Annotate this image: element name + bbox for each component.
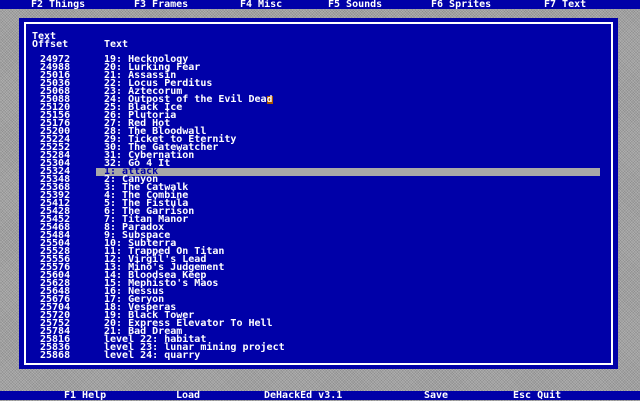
- menu-item-sprites[interactable]: F6 Sprites: [431, 0, 491, 10]
- menu-item-sounds[interactable]: F5 Sounds: [328, 0, 382, 10]
- app-title: DeHackEd v3.1: [264, 390, 343, 401]
- menu-item-frames[interactable]: F3 Frames: [134, 0, 188, 10]
- text-editor-panel: Text Offset Text 24972 19: Hecknology 2498…: [19, 18, 618, 369]
- text-list[interactable]: 24972 19: Hecknology 24988 20: Lurking Fear…: [19, 55, 618, 361]
- text-cursor: d: [266, 95, 273, 105]
- text-column-header: Text: [104, 39, 129, 50]
- load-button[interactable]: Load: [176, 391, 200, 401]
- menu-bar: F2 Things F3 Frames F4 Misc F5 Sounds F6…: [0, 0, 640, 10]
- menu-item-things[interactable]: F2 Things: [31, 0, 85, 10]
- selection-highlight: [96, 168, 600, 176]
- save-button[interactable]: Save: [424, 391, 448, 401]
- offset-cell: 25868: [40, 350, 71, 361]
- status-bar: F1 Help Load DeHackEd v3.1 Save Esc Quit: [0, 390, 640, 401]
- menu-item-text[interactable]: F7 Text: [544, 0, 586, 10]
- text-cell[interactable]: level 24: quarry: [104, 351, 200, 361]
- table-row[interactable]: 25868 level 24: quarry: [19, 350, 618, 361]
- offset-column-header-line2: Offset: [32, 39, 69, 50]
- menu-item-misc[interactable]: F4 Misc: [240, 0, 282, 10]
- help-button[interactable]: F1 Help: [64, 391, 106, 401]
- quit-button[interactable]: Esc Quit: [513, 391, 561, 401]
